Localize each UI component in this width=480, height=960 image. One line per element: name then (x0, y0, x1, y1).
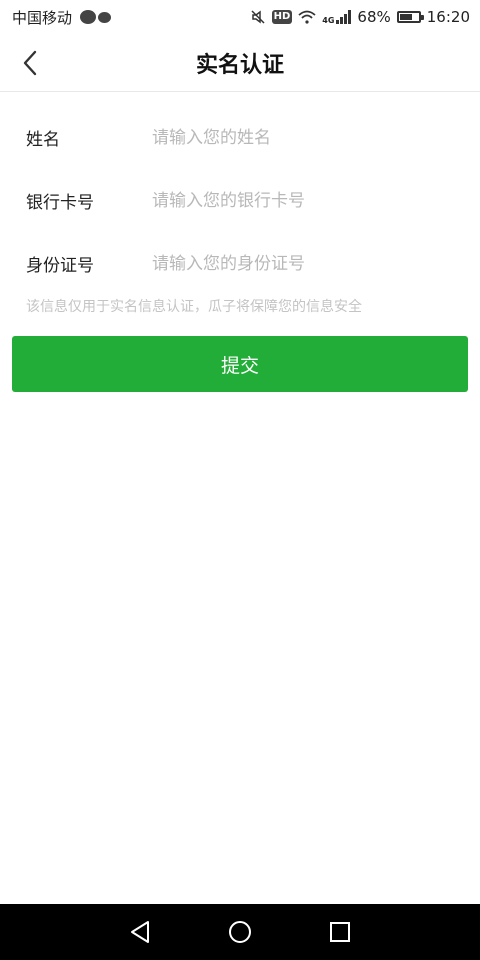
clock: 16:20 (426, 8, 470, 26)
chevron-left-icon (23, 50, 37, 76)
triangle-back-icon (131, 921, 149, 943)
verification-form: 姓名 银行卡号 身份证号 (0, 92, 480, 295)
name-label: 姓名 (26, 130, 60, 150)
id-number-label: 身份证号 (26, 256, 94, 276)
battery-fill (399, 14, 412, 20)
nav-home-button[interactable] (220, 912, 260, 952)
id-number-input[interactable] (152, 243, 460, 284)
status-right: HD 4G 68% 16:20 (250, 8, 470, 26)
header: 实名认证 (0, 34, 480, 92)
nav-back-button[interactable] (120, 912, 160, 952)
wechat-icon (80, 10, 97, 24)
id-number-row: 身份证号 (0, 232, 480, 295)
back-button[interactable] (14, 46, 46, 80)
signal-icon (336, 10, 352, 24)
square-recents-icon (330, 922, 350, 942)
network-type-label: 4G (322, 16, 335, 25)
bank-card-row: 银行卡号 (0, 169, 480, 232)
name-input[interactable] (152, 117, 460, 158)
wifi-icon (298, 10, 316, 24)
battery-percent: 68% (357, 8, 391, 26)
privacy-note: 该信息仅用于实名信息认证，瓜子将保障您的信息安全 (26, 299, 362, 315)
mute-icon (251, 10, 265, 24)
status-bar: 中国移动 HD 4G 68% 16:20 (0, 0, 480, 34)
nav-recents-button[interactable] (320, 912, 360, 952)
carrier-label: 中国移动 (12, 8, 73, 27)
bank-card-input[interactable] (152, 180, 460, 221)
notification-icons (80, 10, 112, 24)
message-icon (98, 11, 112, 23)
page-title: 实名认证 (195, 52, 284, 78)
submit-button[interactable]: 提交 (12, 336, 468, 392)
status-left: 中国移动 (12, 7, 112, 28)
system-nav-bar (0, 904, 480, 960)
hd-badge: HD (271, 10, 293, 24)
name-row: 姓名 (0, 106, 480, 169)
bank-card-label: 银行卡号 (26, 193, 94, 213)
battery-icon (396, 11, 424, 23)
circle-home-icon (229, 921, 251, 943)
